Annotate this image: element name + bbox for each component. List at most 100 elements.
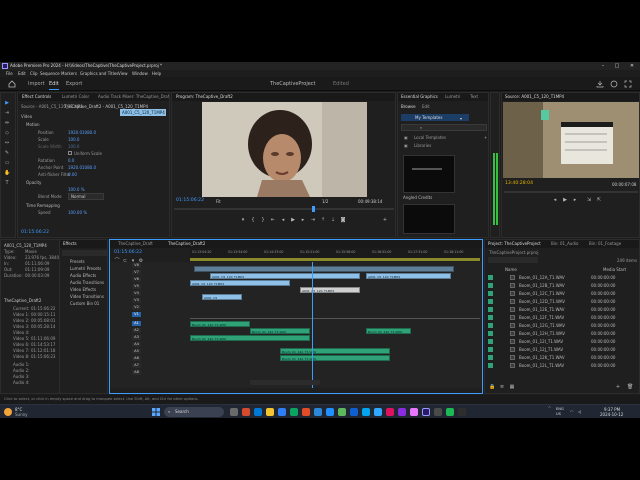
effects-tab[interactable]: Effects <box>63 240 77 248</box>
hand-tool-icon[interactable]: ✋ <box>4 170 10 176</box>
timeline-clip-3[interactable]: A001_C5_120_T1MP4 <box>366 273 451 279</box>
app-icon-14[interactable] <box>398 408 406 416</box>
tray-overflow-icon[interactable]: ^ <box>548 406 551 411</box>
task-view-icon[interactable] <box>230 408 238 416</box>
rotation-value[interactable]: 0.0 <box>68 158 74 163</box>
track-v2-label[interactable]: V2 <box>132 305 141 310</box>
track-v4-label[interactable]: V4 <box>132 291 141 296</box>
time-remapping-label[interactable]: Time Remapping <box>26 203 60 208</box>
trash-icon[interactable]: 🗑 <box>627 384 633 390</box>
program-timecode[interactable]: 01:15:06:22 <box>176 198 204 204</box>
type-tool-icon[interactable]: T <box>4 180 10 186</box>
effects-item-audio-effects[interactable]: Audio Effects <box>70 273 96 278</box>
track-v3-label[interactable]: V3 <box>132 298 141 303</box>
timeline-clip-1[interactable] <box>194 266 454 272</box>
menu-graphics[interactable]: Graphics and Titles <box>80 70 118 77</box>
menu-window[interactable]: Window <box>132 70 148 77</box>
list-view-icon[interactable]: ≡ <box>499 384 505 390</box>
tab-edit[interactable]: Edit <box>422 104 430 109</box>
track-a8-label[interactable]: A8 <box>132 370 141 375</box>
project-search-input[interactable] <box>488 257 538 263</box>
templates-search-input[interactable]: ⌕ <box>401 124 487 131</box>
timeline-clip-12[interactable]: Boom_01_12A_T1.WAV <box>280 355 390 361</box>
track-a5-label[interactable]: A5 <box>132 349 141 354</box>
razor-tool-icon[interactable]: ◇ <box>4 130 10 136</box>
project-col-media-start[interactable]: Media Start <box>603 267 626 272</box>
file-explorer-icon[interactable] <box>266 408 274 416</box>
project-item[interactable]: Boom_01_12K_T1.WAV 00:00:00:00 <box>485 354 628 361</box>
workspace-export-tab[interactable]: Export <box>66 80 82 88</box>
timeline-clip-8[interactable]: Boom_01_12A_T1.WAV <box>250 328 310 334</box>
project-item[interactable]: Boom_01_12D_T1.WAV 00:00:00:00 <box>485 298 628 305</box>
app-icon-6[interactable] <box>302 408 310 416</box>
ec-mini-clip[interactable]: A001_C5_120_T1MP4 <box>120 109 166 116</box>
menu-markers[interactable]: Markers <box>61 70 77 77</box>
ripple-edit-tool-icon[interactable]: ⇹ <box>4 120 10 126</box>
extract-icon[interactable]: ⇣ <box>330 217 336 223</box>
step-back-icon[interactable]: ◂ <box>280 217 286 223</box>
source-tab[interactable]: Source: A001_C5_120_T1MP4 <box>505 93 564 101</box>
app-icon-18[interactable] <box>446 408 454 416</box>
tab-lumetri-color[interactable]: Lumetri Color <box>62 93 89 101</box>
effects-item-video-effects[interactable]: Video Effects <box>70 287 96 292</box>
templates-dropdown-icon[interactable]: ▾ <box>460 116 462 121</box>
premiere-taskbar-icon[interactable] <box>422 408 430 416</box>
blend-mode-select[interactable]: Normal <box>68 193 104 200</box>
photoshop-icon[interactable] <box>374 408 382 416</box>
opacity-label[interactable]: Opacity <box>26 180 41 185</box>
zoom-icon[interactable] <box>314 408 322 416</box>
effects-item-video-transitions[interactable]: Video Transitions <box>70 294 104 299</box>
scale-value[interactable]: 100.0 <box>68 137 79 142</box>
app-icon-4[interactable] <box>278 408 286 416</box>
project-item[interactable]: Boom_01_12I_T1.WAV 00:00:00:00 <box>485 338 628 345</box>
project-tab[interactable]: Project: TheCaptiveProject <box>488 240 541 248</box>
project-item[interactable]: Boom_01_12C_T1.WAV 00:00:00:00 <box>485 290 628 297</box>
new-item-icon[interactable]: + <box>615 384 621 390</box>
project-item[interactable]: Boom_01_12H_T1.WAV 00:00:00:00 <box>485 330 628 337</box>
go-to-in-icon[interactable]: ⇤ <box>270 217 276 223</box>
wifi-icon[interactable]: ◠ <box>570 409 574 414</box>
ec-timecode[interactable]: 01:15:06:22 <box>21 230 49 236</box>
track-a2-label[interactable]: A2 <box>132 328 141 333</box>
step-forward-icon[interactable]: ▸ <box>300 217 306 223</box>
source-timecode[interactable]: 13:40:28:04 <box>505 181 533 187</box>
timeline-clip-10[interactable]: Boom_01_12A_T1.WAV <box>190 335 310 341</box>
home-icon[interactable] <box>8 80 16 88</box>
template-thumb-2[interactable] <box>403 204 455 234</box>
timeline-clip-2[interactable]: A001_C5_120_T1MP4 <box>210 273 360 279</box>
folder-libraries[interactable]: Libraries <box>414 143 431 148</box>
program-tab[interactable]: Program: TheCaptive_Draft2 <box>176 93 233 101</box>
app-icon-11[interactable] <box>362 408 370 416</box>
project-item[interactable]: Boom_01_12B_T1.WAV 00:00:00:00 <box>485 282 628 289</box>
position-x-value[interactable]: 1920.0 <box>68 130 82 135</box>
track-a7-label[interactable]: A7 <box>132 363 141 368</box>
program-playhead[interactable] <box>312 206 315 212</box>
tab-browse[interactable]: Browse <box>401 104 416 109</box>
menu-edit[interactable]: Edit <box>18 70 26 77</box>
track-v5-label[interactable]: V5 <box>132 284 141 289</box>
menu-clip[interactable]: Clip <box>30 70 38 77</box>
program-resolution[interactable]: 1/2 <box>322 199 328 204</box>
workspace-import-tab[interactable]: Import <box>28 80 45 88</box>
anchor-x-value[interactable]: 1920.0 <box>68 165 82 170</box>
fullscreen-icon[interactable] <box>624 80 632 88</box>
bin-footage-tab[interactable]: Bin: 01_Footage <box>589 240 621 248</box>
menu-sequence[interactable]: Sequence <box>40 70 60 77</box>
folder-local-templates[interactable]: Local Templates <box>414 135 446 140</box>
work-area-bar[interactable] <box>190 258 480 261</box>
app-icon-5[interactable] <box>290 408 298 416</box>
opacity-value[interactable]: 100.0 % <box>68 187 85 192</box>
menu-help[interactable]: Help <box>152 70 161 77</box>
menu-view[interactable]: View <box>118 70 128 77</box>
project-item[interactable]: Boom_01_12F_T1.WAV 00:00:00:00 <box>485 314 628 321</box>
lift-icon[interactable]: ⇡ <box>320 217 326 223</box>
source-step-forward-icon[interactable]: ▸ <box>572 197 578 203</box>
timeline-timecode[interactable]: 01:15:06:22 <box>114 250 142 256</box>
track-a6-label[interactable]: A6 <box>132 356 141 361</box>
tab-text[interactable]: Text <box>470 93 478 101</box>
app-icon-9[interactable] <box>338 408 346 416</box>
source-insert-icon[interactable]: ⇲ <box>586 197 592 203</box>
timeline-clip-5[interactable]: A001_C5_120_T1MP4 <box>300 287 360 293</box>
project-item[interactable]: Boom_01_12G_T1.WAV 00:00:00:00 <box>485 322 628 329</box>
effects-search-input[interactable] <box>62 250 107 256</box>
